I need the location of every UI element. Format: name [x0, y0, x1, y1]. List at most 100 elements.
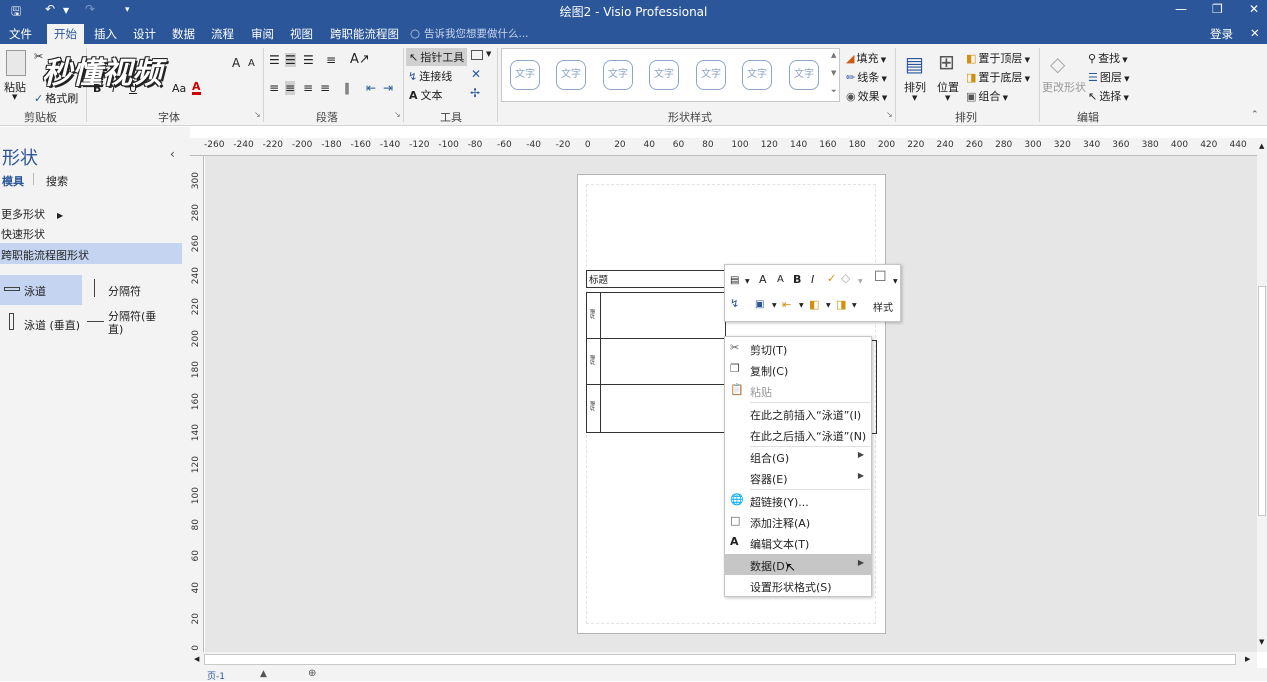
- style-swatch[interactable]: 文字: [789, 60, 819, 90]
- pointer-tool-button[interactable]: ↖ 指针工具: [406, 48, 468, 66]
- scroll-right-icon[interactable]: ▶: [1245, 655, 1250, 663]
- shape-swimlane[interactable]: 泳道: [0, 275, 82, 305]
- change-shape-icon[interactable]: ◇: [1050, 52, 1065, 76]
- lane-body[interactable]: [601, 339, 727, 385]
- more-shapes-item[interactable]: 更多形状 ▶: [1, 206, 63, 222]
- send-to-back-button[interactable]: ◨ 置于底层 ▼: [966, 69, 1030, 85]
- align-icon[interactable]: ⇤: [782, 298, 791, 311]
- menu-item-container[interactable]: 容器(E) ▶: [725, 467, 871, 488]
- ribbon-close-icon[interactable]: ✕: [1250, 26, 1260, 40]
- diagram-title[interactable]: 标题: [586, 270, 726, 288]
- restore-icon[interactable]: ❐: [1212, 2, 1223, 16]
- style-swatch[interactable]: 文字: [603, 60, 633, 90]
- scroll-up-icon[interactable]: ▲: [1259, 142, 1264, 150]
- collapse-ribbon-icon[interactable]: ⌃: [1251, 110, 1259, 120]
- menu-item-format-shape[interactable]: 设置形状格式(S): [725, 575, 871, 596]
- add-page-icon[interactable]: ⊕: [308, 668, 316, 679]
- tab-crossfunctional[interactable]: 跨职能流程图: [330, 26, 399, 42]
- send-back-icon[interactable]: ◨: [836, 298, 846, 311]
- bring-to-front-button[interactable]: ◧ 置于顶层 ▼: [966, 50, 1030, 66]
- tab-design[interactable]: 设计: [133, 26, 156, 42]
- connector-icon[interactable]: ↯: [730, 297, 739, 310]
- arrange-icon[interactable]: ▤: [905, 52, 924, 76]
- horizontal-scrollbar[interactable]: ◀ ▶: [190, 652, 1257, 668]
- page-tab[interactable]: 页-1: [207, 669, 225, 682]
- tab-stencils[interactable]: 模具: [2, 173, 24, 189]
- paste-dropdown-icon[interactable]: ▼: [12, 93, 17, 101]
- italic-icon[interactable]: I: [811, 273, 814, 286]
- layers-button[interactable]: ☰ 图层 ▼: [1088, 69, 1129, 85]
- bring-front-icon[interactable]: ◧: [809, 298, 819, 311]
- dropdown-icon[interactable]: ▼: [799, 302, 804, 309]
- tab-home[interactable]: 开始: [47, 24, 84, 44]
- rectangle-icon[interactable]: [471, 50, 483, 60]
- grow-font-icon[interactable]: A: [759, 273, 767, 286]
- decrease-indent-icon[interactable]: ⇤: [366, 81, 376, 95]
- lane-body[interactable]: [601, 293, 727, 339]
- italic-button[interactable]: I: [112, 82, 115, 95]
- lane-header[interactable]: 功能: [587, 339, 601, 385]
- stencil-crossfunctional[interactable]: 跨职能流程图形状: [0, 243, 182, 264]
- close-icon[interactable]: ✕: [1249, 2, 1259, 16]
- font-color-button[interactable]: A: [192, 81, 201, 95]
- style-swatch[interactable]: 文字: [742, 60, 772, 90]
- tab-data[interactable]: 数据: [172, 26, 195, 42]
- tell-me-box[interactable]: 告诉我您想要做什么...: [424, 26, 529, 41]
- dropdown-icon[interactable]: ▼: [772, 302, 777, 309]
- fill-button[interactable]: ◢ 填充 ▼: [846, 50, 886, 66]
- format-painter-button[interactable]: ✓ 格式刷: [34, 90, 78, 106]
- shape-separator[interactable]: 分隔符: [84, 275, 184, 305]
- format-painter-icon[interactable]: ✓: [827, 272, 836, 285]
- style-label[interactable]: 样式: [873, 299, 893, 314]
- style-swatch[interactable]: 文字: [510, 60, 540, 90]
- tab-insert[interactable]: 插入: [94, 26, 117, 42]
- align-bottom-icon[interactable]: ☰: [303, 53, 314, 67]
- menu-item-cut[interactable]: ✂ 剪切(T): [725, 338, 871, 359]
- menu-item-paste[interactable]: 📋 粘贴: [725, 380, 871, 401]
- quick-styles-icon[interactable]: ☐: [874, 269, 887, 285]
- connection-point-icon[interactable]: ✢: [470, 86, 480, 100]
- arrange-button[interactable]: 排列: [904, 79, 926, 95]
- case-button[interactable]: Aa: [172, 82, 186, 95]
- align-top-icon[interactable]: ☰: [269, 53, 280, 67]
- align-middle-icon[interactable]: ☰: [285, 53, 296, 67]
- select-button[interactable]: ↖ 选择 ▼: [1088, 88, 1129, 104]
- text-direction-icon[interactable]: A↗: [350, 52, 370, 67]
- quick-shapes-item[interactable]: 快速形状: [1, 226, 45, 242]
- style-swatch[interactable]: 文字: [696, 60, 726, 90]
- shape-separator-vertical[interactable]: 分隔符(垂直): [84, 307, 184, 343]
- text-spacing-icon[interactable]: ∥: [344, 81, 350, 95]
- menu-item-data[interactable]: 数据(D) ▶: [725, 554, 871, 575]
- arrange-dropdown-icon[interactable]: ▼: [912, 94, 917, 102]
- style-swatch[interactable]: 文字: [649, 60, 679, 90]
- align-center-icon[interactable]: ≡: [285, 81, 296, 95]
- paste-icon[interactable]: [6, 50, 26, 76]
- increase-indent-icon[interactable]: ⇥: [383, 81, 393, 95]
- menu-item-edit-text[interactable]: A 编辑文本(T): [725, 532, 871, 553]
- rectangle-dropdown-icon[interactable]: ▼: [486, 50, 491, 58]
- minimize-icon[interactable]: —: [1175, 2, 1187, 16]
- text-tool-button[interactable]: A 文本: [409, 87, 443, 103]
- tab-file[interactable]: 文件: [9, 26, 32, 42]
- change-shape-button[interactable]: 更改形状: [1042, 79, 1086, 95]
- dropdown-icon[interactable]: ▼: [745, 278, 750, 285]
- lane-header[interactable]: 功能: [587, 385, 601, 432]
- menu-item-copy[interactable]: ❐ 复制(C): [725, 359, 871, 380]
- scroll-left-icon[interactable]: ◀: [194, 655, 199, 663]
- font-dialog-launcher-icon[interactable]: ↘: [254, 110, 261, 119]
- tab-process[interactable]: 流程: [211, 26, 234, 42]
- delete-connector-icon[interactable]: ✕: [471, 67, 481, 81]
- dropdown-icon[interactable]: ▼: [852, 302, 857, 309]
- justify-icon[interactable]: ≡: [320, 81, 330, 95]
- lane-header[interactable]: 功能: [587, 293, 601, 339]
- paragraph-dialog-launcher-icon[interactable]: ↘: [394, 110, 401, 119]
- bold-button[interactable]: B: [93, 82, 101, 95]
- align-left-icon[interactable]: ≡: [269, 81, 279, 95]
- menu-item-add-comment[interactable]: □ 添加注释(A): [725, 511, 871, 532]
- menu-item-insert-lane-after[interactable]: 在此之后插入“泳道”(N): [725, 424, 871, 445]
- menu-item-group[interactable]: 组合(G) ▶: [725, 446, 871, 467]
- tab-search[interactable]: 搜索: [46, 173, 68, 189]
- effect-button[interactable]: ◉ 效果 ▼: [846, 88, 887, 104]
- horizontal-scroll-thumb[interactable]: [204, 654, 1236, 665]
- shrink-font-icon[interactable]: A: [248, 58, 255, 69]
